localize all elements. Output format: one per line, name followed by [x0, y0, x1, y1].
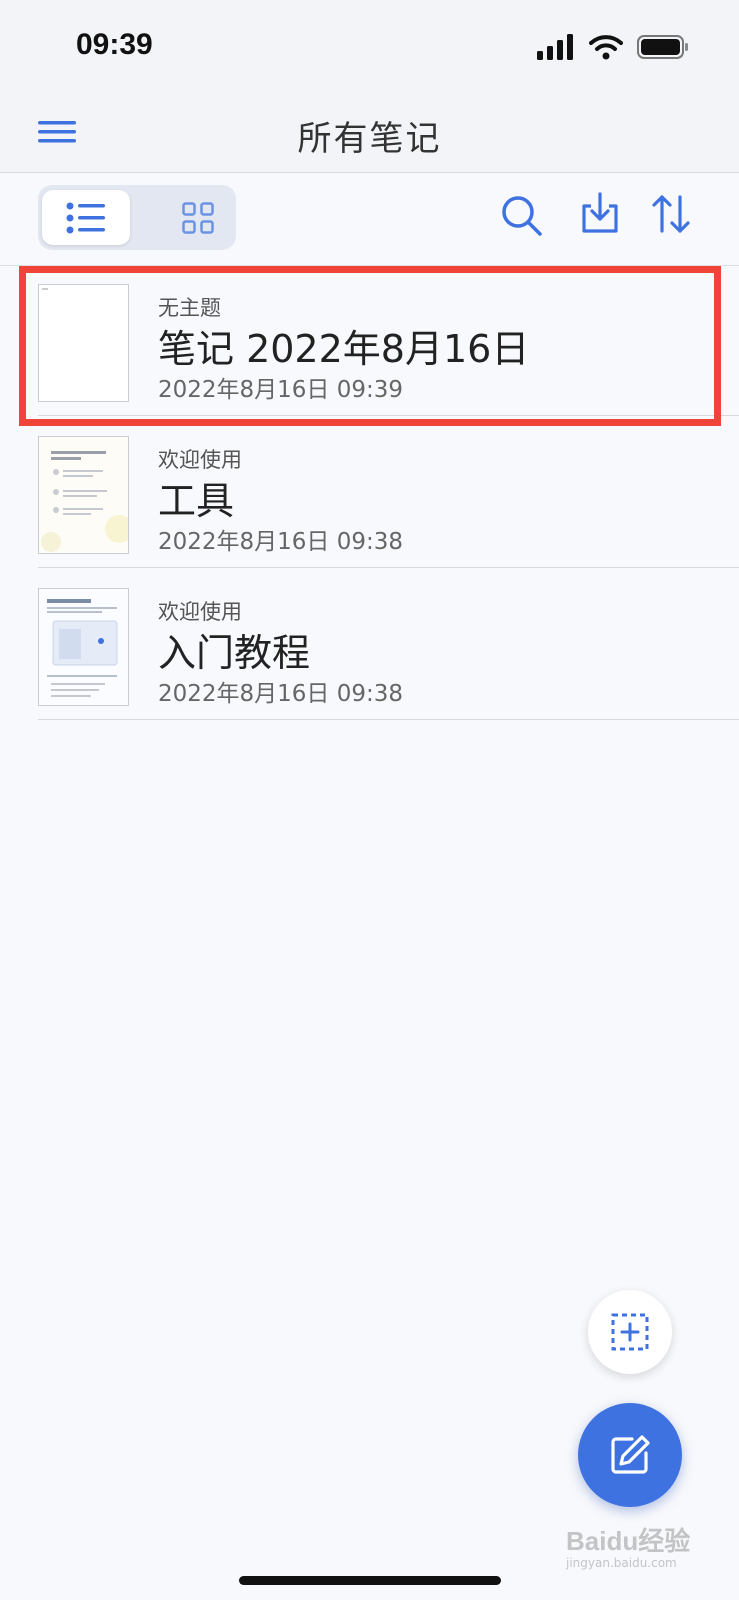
- import-button[interactable]: [580, 192, 620, 238]
- compose-edit-icon: [611, 1435, 650, 1474]
- list-view-button[interactable]: [42, 190, 130, 245]
- note-date: 2022年8月16日 09:38: [158, 529, 404, 555]
- note-title: 工具: [158, 479, 235, 523]
- status-icons: [537, 34, 689, 60]
- page-title: 所有笔记: [297, 119, 442, 159]
- battery-icon: [637, 35, 688, 59]
- note-thumbnail: [38, 284, 129, 402]
- grid-view-button[interactable]: [154, 190, 242, 245]
- toolbar: [0, 174, 739, 266]
- search-icon: [502, 196, 542, 236]
- sort-arrows-icon: [652, 195, 690, 233]
- note-title: 入门教程: [158, 631, 311, 675]
- list-view-icon: [66, 202, 105, 233]
- dashed-add-square-icon: [611, 1313, 649, 1351]
- note-title: 笔记 2022年8月16日: [158, 327, 530, 371]
- cellular-signal-icon: [537, 34, 573, 60]
- note-item[interactable]: 欢迎使用 工具 2022年8月16日 09:38: [38, 418, 739, 568]
- download-import-icon: [582, 192, 618, 233]
- watermark-url: jingyan.baidu.com: [566, 1556, 677, 1570]
- note-thumbnail: [38, 436, 129, 554]
- note-date: 2022年8月16日 09:38: [158, 681, 404, 707]
- blank-page-thumbnail-icon: [42, 288, 48, 290]
- new-blank-note-button[interactable]: [588, 1290, 672, 1374]
- wifi-icon: [589, 35, 623, 60]
- view-mode-toggle: [38, 185, 236, 250]
- status-time: 09:39: [76, 28, 153, 61]
- nav-bar: 所有笔记: [0, 95, 739, 173]
- grid-view-icon: [182, 201, 214, 234]
- search-button[interactable]: [500, 194, 544, 242]
- tutorial-page-thumbnail-icon: [39, 589, 128, 705]
- sort-button[interactable]: [652, 194, 690, 238]
- note-item[interactable]: 无主题 笔记 2022年8月16日 2022年8月16日 09:39: [38, 266, 739, 416]
- watermark-logo: Baidu经验: [566, 1526, 691, 1556]
- note-thumbnail: [38, 588, 129, 706]
- new-note-button[interactable]: [578, 1403, 682, 1507]
- tools-page-thumbnail-icon: [39, 437, 128, 553]
- note-item[interactable]: 欢迎使用 入门教程 2022年8月16日 09:38: [38, 570, 739, 720]
- status-bar: 09:39: [0, 0, 739, 95]
- home-indicator: [239, 1576, 501, 1585]
- note-date: 2022年8月16日 09:39: [158, 377, 404, 403]
